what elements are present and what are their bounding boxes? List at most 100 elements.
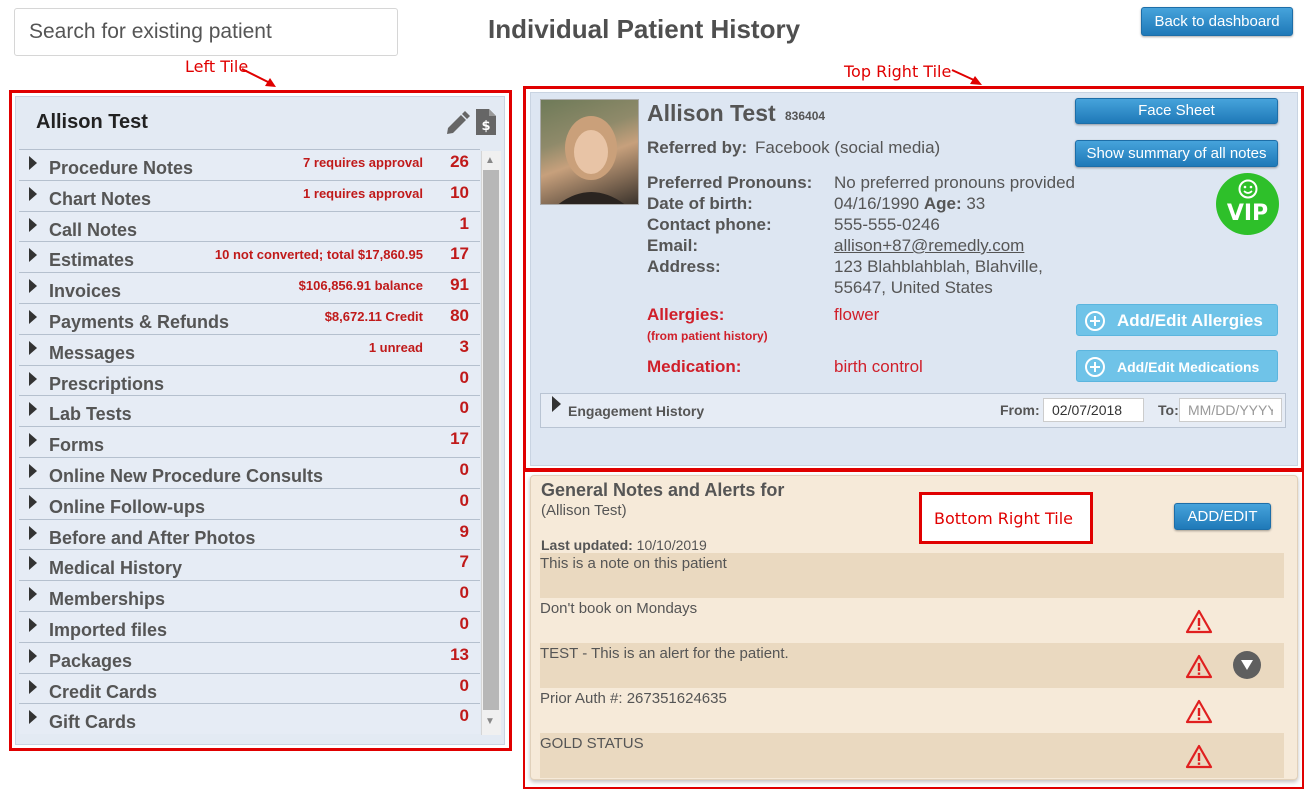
referred-by-label: Referred by:: [647, 138, 748, 157]
plus-circle-icon: [1085, 357, 1105, 377]
add-edit-medications-button[interactable]: Add/Edit Medications: [1076, 350, 1278, 382]
history-list-item[interactable]: Gift Cards 0: [19, 703, 480, 735]
expand-triangle-icon[interactable]: [29, 371, 37, 386]
expand-triangle-icon[interactable]: [29, 433, 37, 448]
scrollbar-thumb[interactable]: [483, 170, 499, 710]
page-title: Individual Patient History: [488, 14, 801, 44]
history-list-item[interactable]: Online New Procedure Consults 0: [19, 457, 480, 488]
history-list-item[interactable]: Lab Tests 0: [19, 395, 480, 427]
expand-triangle-icon[interactable]: [29, 217, 37, 232]
history-item-count: 0: [459, 583, 469, 603]
scroll-down-icon[interactable]: ▼: [485, 716, 495, 727]
expand-triangle-icon[interactable]: [29, 402, 37, 417]
last-updated-label: Last updated:: [541, 537, 633, 553]
dollar-document-icon[interactable]: $: [475, 108, 497, 136]
phone-value: 555-555-0246: [834, 215, 940, 234]
history-list-item[interactable]: Messages 1 unread 3: [19, 333, 480, 365]
history-list-item[interactable]: Forms 17: [19, 426, 480, 457]
history-list-item[interactable]: Before and After Photos 9: [19, 518, 480, 550]
expand-triangle-icon[interactable]: [29, 618, 37, 632]
note-row: TEST - This is an alert for the patient.: [540, 643, 1284, 688]
annotation-left-tile: Left Tile: [185, 57, 249, 76]
from-date-input[interactable]: [1043, 398, 1144, 422]
medication-label: Medication:: [647, 357, 742, 376]
dob-date: 04/16/1990: [834, 194, 920, 213]
referred-by-value: Facebook (social media): [755, 138, 941, 157]
expand-triangle-icon[interactable]: [29, 494, 37, 509]
face-sheet-button[interactable]: Face Sheet: [1075, 98, 1278, 124]
patient-photo: [540, 99, 639, 205]
scroll-up-icon[interactable]: ▲: [485, 155, 495, 166]
pronouns-value: No preferred pronouns provided: [834, 173, 1075, 192]
expand-triangle-icon[interactable]: [29, 710, 37, 725]
chevron-down-glyph: [1241, 660, 1253, 670]
history-item-count: 0: [459, 614, 469, 633]
history-item-count: 7: [459, 552, 469, 572]
engagement-history-label[interactable]: Engagement History: [568, 403, 704, 419]
expand-triangle-icon[interactable]: [29, 310, 37, 324]
expand-triangle-icon[interactable]: [29, 156, 37, 170]
history-item-label: Online Follow-ups: [49, 496, 205, 517]
expand-triangle-icon[interactable]: [29, 525, 37, 540]
history-item-label: Payments & Refunds: [49, 312, 230, 332]
chevron-down-icon[interactable]: [1233, 651, 1261, 679]
history-list-item[interactable]: Imported files 0: [19, 611, 480, 642]
patient-id: 836404: [785, 109, 826, 123]
to-date-input[interactable]: [1179, 398, 1282, 422]
expand-triangle-icon[interactable]: [29, 340, 37, 355]
expand-triangle-icon[interactable]: [552, 396, 561, 412]
history-list-item[interactable]: Procedure Notes 7 requires approval 26: [19, 149, 480, 180]
add-edit-allergies-button[interactable]: Add/Edit Allergies: [1076, 304, 1278, 336]
history-list-item[interactable]: Payments & Refunds $8,672.11 Credit 80: [19, 303, 480, 334]
history-item-note: 1 requires approval: [303, 185, 423, 201]
last-updated-value: 10/10/2019: [636, 537, 707, 553]
add-edit-notes-button[interactable]: ADD/EDIT: [1174, 503, 1271, 530]
history-item-label: Chart Notes: [49, 188, 152, 209]
expand-triangle-icon[interactable]: [29, 587, 37, 602]
expand-triangle-icon[interactable]: [29, 679, 37, 694]
history-list-item[interactable]: Memberships 0: [19, 580, 480, 611]
history-item-note: 7 requires approval: [303, 155, 423, 170]
expand-triangle-icon[interactable]: [29, 248, 37, 263]
history-list-item[interactable]: Medical History 7: [19, 549, 480, 581]
history-list-item[interactable]: Estimates 10 not converted; total $17,860…: [19, 241, 480, 273]
history-item-label: Online New Procedure Consults: [49, 466, 324, 486]
history-list-item[interactable]: Chart Notes 1 requires approval 10: [19, 179, 480, 211]
history-list-item[interactable]: Packages 13: [19, 641, 480, 673]
show-summary-button[interactable]: Show summary of all notes: [1075, 140, 1278, 167]
history-item-count: 13: [450, 644, 469, 664]
expand-triangle-icon[interactable]: [29, 556, 37, 571]
email-label: Email:: [647, 236, 699, 255]
history-list-item[interactable]: Call Notes 1: [19, 210, 480, 242]
history-list: Procedure Notes 7 requires approval 26 Char…: [19, 149, 481, 736]
age-label: Age:: [923, 194, 962, 213]
history-item-label: Estimates: [49, 250, 135, 271]
history-list-item[interactable]: Online Follow-ups 0: [19, 487, 480, 519]
history-item-count: 17: [450, 429, 469, 449]
pencil-icon[interactable]: [444, 110, 470, 136]
history-list-item[interactable]: Credit Cards 0: [19, 672, 480, 704]
note-row: Prior Auth #: 267351624635: [540, 688, 1284, 733]
back-to-dashboard-button[interactable]: Back to dashboard: [1141, 7, 1293, 36]
patient-name-header: Allison Test: [647, 100, 776, 126]
expand-triangle-icon[interactable]: [29, 648, 37, 663]
history-list-item[interactable]: Invoices $106,856.91 balance 91: [19, 272, 480, 303]
email-link[interactable]: allison+87@remedly.com: [834, 236, 1024, 256]
expand-triangle-icon[interactable]: [29, 279, 37, 294]
last-updated: Last updated: 10/10/2019: [541, 537, 707, 553]
expand-triangle-icon[interactable]: [29, 464, 37, 478]
expand-triangle-icon[interactable]: [29, 186, 37, 201]
history-item-count: 3: [459, 336, 469, 356]
address-line-2: 55647, United States: [834, 278, 993, 297]
history-list-item[interactable]: Prescriptions 0: [19, 364, 480, 396]
history-item-count: 0: [459, 367, 469, 387]
search-input[interactable]: [14, 8, 398, 56]
history-item-count: 0: [459, 398, 469, 418]
history-item-count: 1: [459, 213, 469, 233]
phone-label: Contact phone:: [647, 215, 772, 234]
allergies-source: (from patient history): [647, 329, 768, 343]
history-item-label: Prescriptions: [49, 373, 165, 394]
dob-value: 04/16/1990 Age: 33: [834, 194, 985, 214]
history-item-label: Before and After Photos: [49, 527, 256, 548]
vip-badge: VIP: [1216, 173, 1279, 235]
